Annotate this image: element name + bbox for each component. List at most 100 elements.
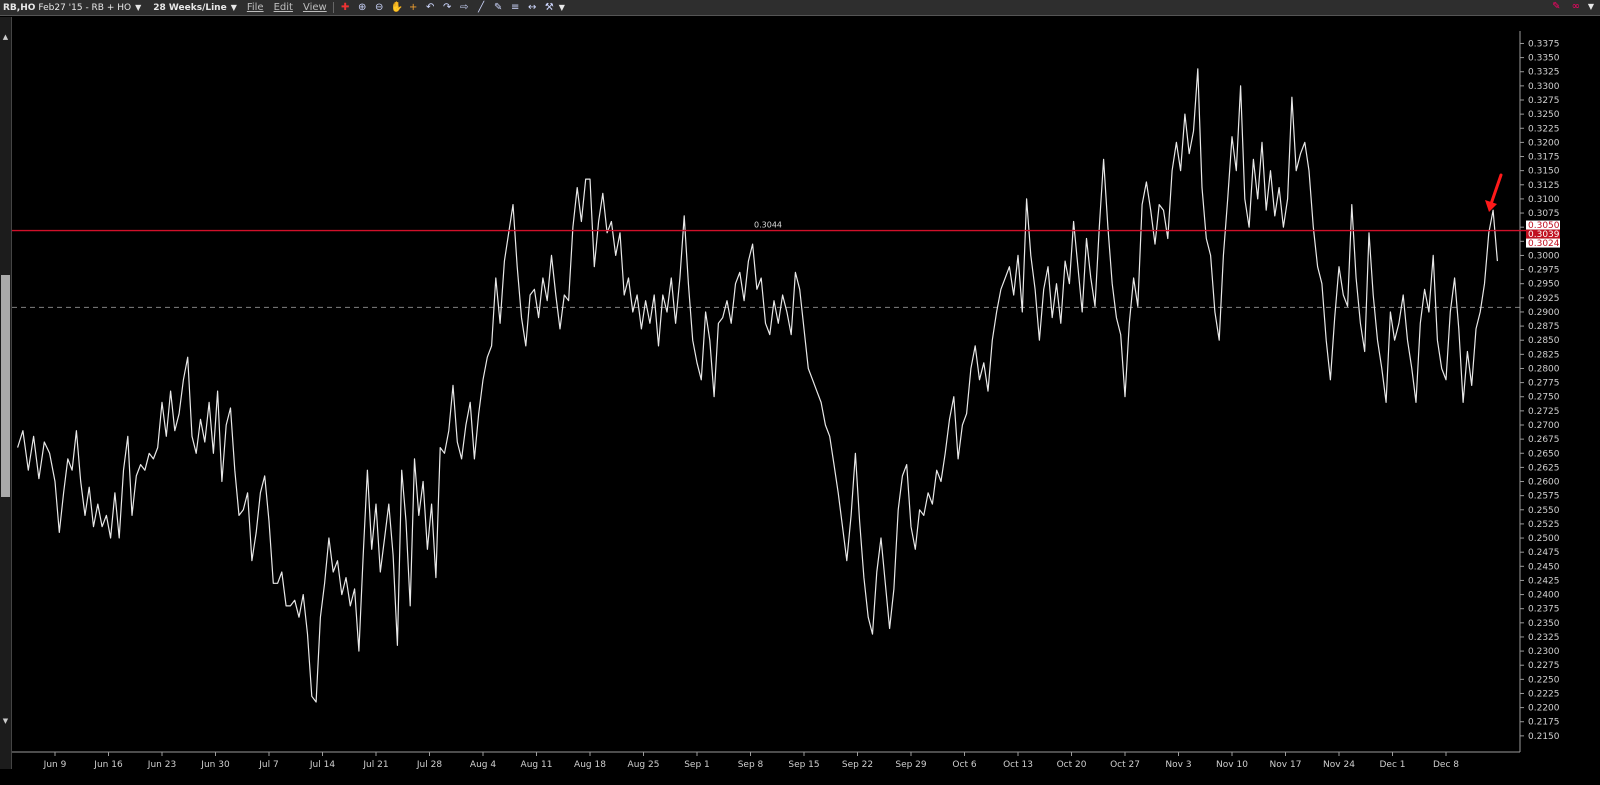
y-tick-label: 0.2725 (1528, 407, 1560, 417)
y-tick-label: 0.3300 (1528, 82, 1560, 92)
menu-file[interactable]: File (247, 2, 264, 13)
x-tick-label: Jul 21 (362, 760, 388, 770)
window-dropdown-icon[interactable]: ▼ (1588, 2, 1594, 11)
y-tick-label: 0.2500 (1528, 534, 1560, 544)
x-tick-label: Sep 8 (738, 760, 764, 770)
symbol-dropdown-icon[interactable]: ▼ (135, 3, 141, 12)
chart-toolbar: RB,HO Feb27 '15 - RB + HO ▼ 28 Weeks/Lin… (0, 0, 1600, 16)
fit-icon[interactable]: ↔ (527, 2, 538, 13)
y-tick-label: 0.2225 (1528, 689, 1560, 699)
y-tick-label: 0.2750 (1528, 393, 1560, 403)
menu-edit[interactable]: Edit (274, 2, 293, 13)
tools-dropdown-icon[interactable]: ▼ (559, 3, 565, 12)
cursor-cross-icon[interactable]: + (408, 2, 419, 13)
x-tick-label: Aug 25 (628, 760, 660, 770)
x-tick-label: Jul 14 (309, 760, 335, 770)
y-tick-label: 0.2825 (1528, 350, 1560, 360)
price-axis: 0.2150 0.2175 0.2200 0.2225 0.2250 0.2275 0.23… (1519, 31, 1560, 752)
x-tick-label: Aug 4 (470, 760, 496, 770)
pencil-icon[interactable]: ✎ (493, 2, 504, 13)
y-tick-label: 0.2350 (1528, 619, 1560, 629)
y-tick-label: 0.2850 (1528, 336, 1560, 346)
x-tick-label: Nov 10 (1216, 760, 1248, 770)
y-tick-label: 0.3275 (1528, 96, 1560, 106)
y-tick-label: 0.2200 (1528, 704, 1560, 714)
x-tick-label: Jun 16 (93, 760, 123, 770)
x-tick-label: Aug 18 (574, 760, 606, 770)
y-tick-label: 0.3250 (1528, 110, 1560, 120)
x-tick-label: Oct 27 (1110, 760, 1140, 770)
y-tick-label: 0.3000 (1528, 251, 1560, 261)
series-layer (17, 68, 1498, 703)
annotation-arrow (1489, 173, 1503, 206)
forward-icon[interactable]: ⇨ (459, 2, 470, 13)
x-tick-label: Dec 8 (1433, 760, 1459, 770)
y-tick-label: 0.2550 (1528, 506, 1560, 516)
x-tick-label: Sep 15 (788, 760, 819, 770)
y-tick-label: 0.2450 (1528, 562, 1560, 572)
zoom-in-icon[interactable]: ⊕ (357, 2, 368, 13)
y-tick-label: 0.2650 (1528, 449, 1560, 459)
price-chart[interactable]: 0.2150 0.2175 0.2200 0.2225 0.2250 0.2275 0.23… (12, 17, 1600, 785)
period-dropdown-icon[interactable]: ▼ (231, 3, 237, 12)
crosshair-icon[interactable]: ✚ (340, 2, 351, 13)
chart-canvas[interactable]: 0.2150 0.2175 0.2200 0.2225 0.2250 0.2275 0.23… (12, 17, 1600, 785)
x-tick-label: Sep 29 (895, 760, 927, 770)
link-icon[interactable]: ∞ (1568, 1, 1584, 12)
y-tick-label: 0.2900 (1528, 308, 1560, 318)
y-tick-label: 0.2800 (1528, 364, 1560, 374)
fibonacci-icon[interactable]: ≡ (510, 2, 521, 13)
x-tick-label: Nov 17 (1270, 760, 1302, 770)
symbol-label: RB,HO (3, 2, 36, 13)
scroll-down-icon[interactable]: ▼ (1, 717, 10, 726)
x-tick-label: Sep 22 (842, 760, 873, 770)
undo-icon[interactable]: ↶ (425, 2, 436, 13)
y-tick-label: 0.2625 (1528, 463, 1560, 473)
menu-view[interactable]: View (303, 2, 327, 13)
x-tick-label: Jul 7 (258, 760, 278, 770)
x-tick-label: Aug 11 (521, 760, 553, 770)
y-tick-label: 0.3150 (1528, 167, 1560, 177)
tools-icon[interactable]: ⚒ (544, 2, 555, 13)
y-tick-label: 0.2250 (1528, 675, 1560, 685)
y-tick-label: 0.3375 (1528, 39, 1560, 49)
x-tick-label: Nov 3 (1165, 760, 1191, 770)
scroll-up-icon[interactable]: ▲ (1, 33, 10, 42)
x-tick-label: Sep 1 (684, 760, 710, 770)
x-tick-label: Jun 9 (43, 760, 67, 770)
y-tick-label: 0.2150 (1528, 732, 1560, 742)
y-tick-label: 0.2575 (1528, 492, 1560, 502)
x-tick-label: Dec 1 (1379, 760, 1405, 770)
y-tick-label: 0.2600 (1528, 478, 1560, 488)
zoom-out-icon[interactable]: ⊖ (374, 2, 385, 13)
redo-icon[interactable]: ↷ (442, 2, 453, 13)
y-tick-label: 0.2925 (1528, 294, 1560, 304)
y-tick-label: 0.3075 (1528, 209, 1560, 219)
x-tick-label: Oct 13 (1003, 760, 1033, 770)
annotations: 0.3044 0.30500.30390.3024 (12, 173, 1560, 249)
x-tick-label: Oct 20 (1057, 760, 1087, 770)
y-tick-label: 0.2300 (1528, 647, 1560, 657)
y-tick-label: 0.2775 (1528, 379, 1560, 389)
scroll-thumb[interactable] (1, 275, 10, 497)
y-tick-label: 0.2175 (1528, 718, 1560, 728)
hand-pan-icon[interactable]: ✋ (391, 2, 403, 13)
y-tick-label: 0.2700 (1528, 421, 1560, 431)
y-tick-label: 0.3225 (1528, 124, 1560, 134)
pin-icon[interactable]: ✎ (1551, 1, 1562, 12)
y-tick-label: 0.3325 (1528, 68, 1560, 78)
draw-line-icon[interactable]: ╱ (476, 2, 487, 13)
y-tick-label: 0.3200 (1528, 138, 1560, 148)
vertical-scrollbar[interactable]: ▲ ▼ (0, 17, 12, 769)
y-tick-label: 0.3350 (1528, 54, 1560, 64)
y-tick-label: 0.2325 (1528, 633, 1560, 643)
y-tick-label: 0.2400 (1528, 591, 1560, 601)
y-tick-label: 0.3100 (1528, 195, 1560, 205)
price-series-line (17, 68, 1498, 703)
period-label[interactable]: 28 Weeks/Line (153, 3, 226, 13)
y-tick-label: 0.2525 (1528, 520, 1560, 530)
y-tick-label: 0.2975 (1528, 266, 1560, 276)
toolbar-right: ✎ ∞ ▼ (1545, 1, 1594, 12)
level-line-label: 0.3044 (754, 221, 782, 230)
y-tick-label: 0.3125 (1528, 181, 1560, 191)
